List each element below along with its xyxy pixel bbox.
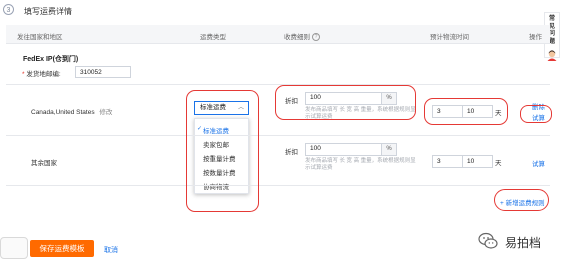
carrier-title: FedEx IP(仓到门): [23, 56, 79, 63]
header-region: 发往国家和地区: [17, 34, 63, 41]
row-divider: [6, 185, 550, 186]
header-shipping-type: 运费类型: [200, 34, 226, 41]
table-header: 发往国家和地区 运费类型 收费细则? 预计物流时间 操作: [6, 25, 550, 44]
row-1-edit-link[interactable]: 修改: [99, 109, 112, 116]
highlight-oval-shipping-type: [186, 90, 259, 212]
assistant-avatar-icon[interactable]: [546, 49, 558, 61]
save-template-button[interactable]: 保存运费模板: [30, 240, 94, 257]
left-badge: [0, 237, 28, 259]
origin-zip-label: * 发货地邮编:: [22, 68, 61, 78]
row-2-time-to[interactable]: 10: [462, 155, 493, 168]
row-2-discount-value: 100: [310, 145, 321, 152]
row-1-countries-text: Canada,United States: [31, 109, 95, 116]
highlight-oval-trial: [520, 105, 552, 123]
row-divider: [6, 84, 550, 85]
header-action: 操作: [529, 34, 542, 41]
required-mark: *: [22, 71, 25, 78]
highlight-oval-discount: [275, 85, 416, 120]
row-2-trial-link[interactable]: 试算: [532, 158, 545, 168]
row-2-fee-hint: 发布商品填写 长 宽 高 重量，系统根据规则显示试算运费: [305, 158, 416, 171]
watermark-text: 易拍档: [505, 236, 542, 250]
step-number: 3: [3, 4, 14, 15]
row-divider: [6, 135, 550, 136]
help-icon[interactable]: ?: [312, 33, 320, 42]
row-2-time-unit: 天: [495, 160, 502, 167]
origin-zip-input[interactable]: 310052: [75, 66, 131, 78]
section-heading: 填写运费详情: [24, 7, 72, 16]
row-2-countries: 其余国家: [31, 160, 57, 167]
row-2-discount-label: 折扣: [285, 149, 298, 156]
highlight-oval-add-rule: [494, 189, 549, 211]
row-1-countries: Canada,United States 修改: [31, 106, 112, 116]
origin-zip-label-text: 发货地邮编:: [26, 71, 61, 78]
header-fee-detail: 收费细则?: [284, 31, 320, 42]
highlight-oval-delivery-time: [424, 98, 508, 125]
header-delivery-time: 预计物流时间: [430, 34, 469, 41]
wechat-logo-icon: [478, 232, 498, 249]
cancel-button[interactable]: 取消: [104, 245, 118, 255]
row-2-discount-input[interactable]: 100 %: [305, 143, 397, 156]
row-2-discount-unit: %: [381, 144, 396, 155]
row-2-time-from[interactable]: 3: [432, 155, 463, 168]
header-fee-detail-label: 收费细则: [284, 34, 310, 41]
